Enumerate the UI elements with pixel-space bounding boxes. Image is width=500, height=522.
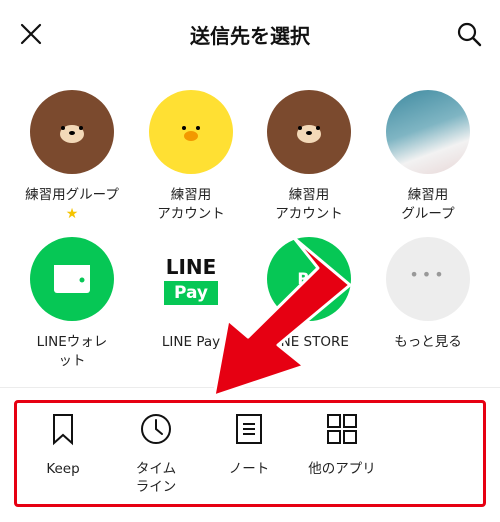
app-label: LINE STORE [269, 334, 349, 350]
note-icon [232, 412, 266, 446]
contact-label: 練習用 アカウント [275, 187, 343, 222]
line-pay-logo-text: LINE [165, 255, 217, 279]
contact-label: 練習用グループ ★ [13, 186, 131, 224]
contact-label: 練習用 グループ [401, 187, 455, 222]
yellow-chick-avatar [149, 90, 233, 174]
ellipsis-icon: ••• [409, 265, 447, 284]
divider [0, 387, 500, 388]
more-icon: ••• [386, 237, 470, 321]
app-line-pay[interactable]: LINE Pay LINE Pay [132, 237, 250, 352]
grid-icon [325, 412, 359, 446]
contact-practice-account-2[interactable]: 練習用 アカウント [250, 90, 368, 224]
line-store-icon: RE [267, 237, 351, 321]
tool-keep[interactable]: Keep [18, 412, 108, 478]
bookmark-icon [46, 412, 80, 446]
tool-other-apps[interactable]: 他のアプリ [297, 412, 387, 478]
page-title: 送信先を選択 [190, 24, 310, 48]
brown-bear-avatar [267, 90, 351, 174]
sky-photo-avatar [386, 90, 470, 174]
tool-note[interactable]: ノート [204, 412, 294, 478]
store-badge-text: RE [297, 269, 321, 288]
contact-practice-account-1[interactable]: 練習用 アカウント [132, 90, 250, 224]
tool-label: Keep [46, 461, 80, 477]
app-label: LINE Pay [161, 334, 221, 350]
tool-label: ノート [228, 461, 270, 477]
contact-label: 練習用 アカウント [157, 187, 225, 222]
star-icon: ★ [65, 206, 79, 222]
tool-timeline[interactable]: タイム ライン [111, 412, 201, 496]
app-label: LINEウォレ ット [36, 334, 108, 369]
app-line-store[interactable]: RE LINE STORE [250, 237, 368, 352]
contact-practice-group-1[interactable]: 練習用グループ ★ [13, 90, 131, 224]
tool-label: 他のアプリ [308, 461, 376, 477]
app-line-wallet[interactable]: LINEウォレ ット [13, 237, 131, 371]
header: 送信先を選択 [0, 0, 500, 70]
brown-bear-avatar [30, 90, 114, 174]
wallet-icon [30, 237, 114, 321]
app-more[interactable]: ••• もっと見る [369, 237, 487, 352]
contact-practice-group-2[interactable]: 練習用 グループ [369, 90, 487, 224]
line-pay-logo: LINE Pay [149, 237, 233, 321]
clock-icon [139, 412, 173, 446]
line-pay-logo-badge: Pay [164, 281, 218, 305]
tool-label: タイム ライン [135, 461, 177, 495]
app-label: もっと見る [394, 334, 462, 350]
search-icon[interactable] [452, 17, 486, 51]
